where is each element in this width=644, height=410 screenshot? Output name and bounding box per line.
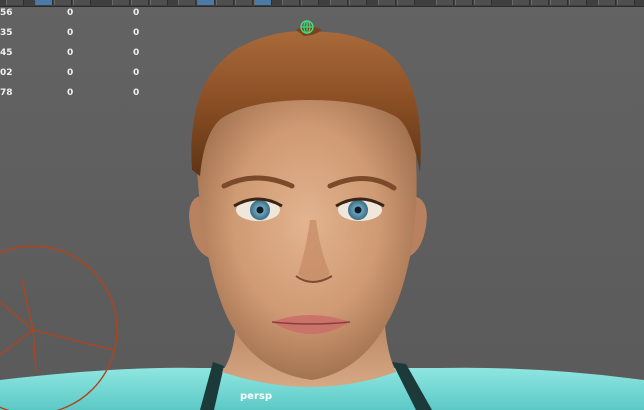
hud-label: 02	[0, 68, 13, 78]
camera-name-label: persp	[240, 391, 272, 402]
hud-value: 0	[133, 48, 140, 58]
hud-value: 0	[133, 68, 140, 78]
hud-value: 0	[67, 28, 74, 38]
hud-value: 0	[67, 48, 74, 58]
hud-value: 0	[67, 88, 74, 98]
selection-handle-icon[interactable]	[299, 19, 315, 35]
hud-label: 78	[0, 88, 13, 98]
hud-label: 56	[0, 8, 13, 18]
perspective-viewport[interactable]: 56 0 0 35 0 0 45 0 0 02 0 0 78 0 0 persp	[0, 0, 644, 410]
hud-row: 02 0 0	[0, 66, 160, 86]
hud-row: 56 0 0	[0, 6, 160, 26]
hud-label: 45	[0, 48, 13, 58]
hud-row: 78 0 0	[0, 86, 160, 106]
heads-up-display: 56 0 0 35 0 0 45 0 0 02 0 0 78 0 0	[0, 6, 160, 106]
hud-value: 0	[133, 8, 140, 18]
hud-row: 45 0 0	[0, 46, 160, 66]
hud-label: 35	[0, 28, 13, 38]
hud-value: 0	[133, 28, 140, 38]
hud-row: 35 0 0	[0, 26, 160, 46]
hud-value: 0	[67, 68, 74, 78]
hud-value: 0	[67, 8, 74, 18]
hud-value: 0	[133, 88, 140, 98]
